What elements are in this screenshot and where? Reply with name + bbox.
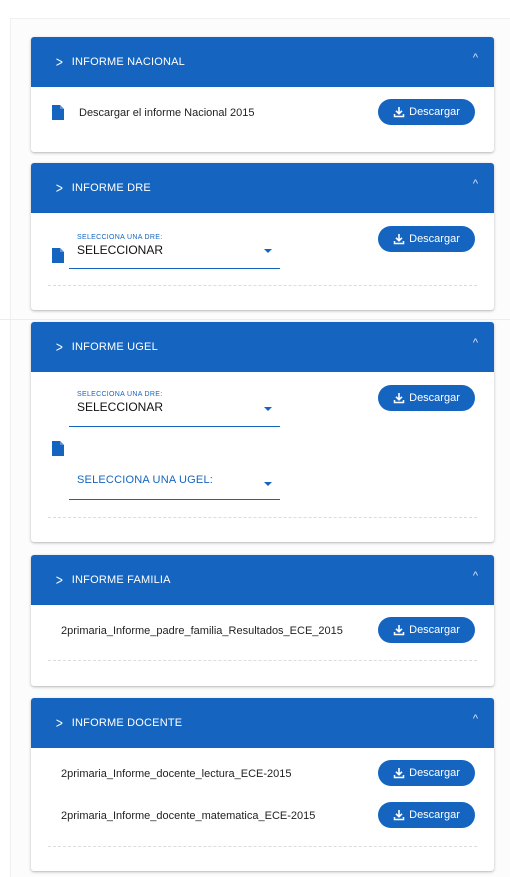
divider xyxy=(48,517,477,518)
divider xyxy=(48,285,477,286)
download-button-label: Descargar xyxy=(409,233,460,245)
divider xyxy=(48,660,477,661)
select-underline xyxy=(69,268,280,269)
download-icon xyxy=(393,767,405,779)
card-header-nacional[interactable]: > INFORME NACIONAL ^ xyxy=(31,37,494,87)
download-button[interactable]: Descargar xyxy=(378,385,475,411)
chevron-right-icon: > xyxy=(55,571,63,589)
card-informe-docente: > INFORME DOCENTE ^ 2primaria_Informe_do… xyxy=(31,698,494,871)
chevron-right-icon: > xyxy=(55,714,63,732)
download-icon xyxy=(393,233,405,245)
card-informe-nacional: > INFORME NACIONAL ^ Descargar el inform… xyxy=(31,37,494,152)
dropdown-arrow-icon xyxy=(264,249,272,253)
download-icon xyxy=(393,392,405,404)
download-button[interactable]: Descargar xyxy=(378,802,475,828)
download-icon xyxy=(393,106,405,118)
card-header-dre[interactable]: > INFORME DRE ^ xyxy=(31,163,494,213)
card-title: INFORME DOCENTE xyxy=(71,717,183,729)
dre-select-value: SELECCIONAR xyxy=(77,400,164,414)
card-header-ugel[interactable]: > INFORME UGEL ^ xyxy=(31,322,494,372)
dre-select-value: SELECCIONAR xyxy=(77,243,164,257)
report-row-text: 2primaria_Informe_padre_familia_Resultad… xyxy=(61,625,343,637)
caret-up-icon: ^ xyxy=(472,337,478,349)
report-row-text: 2primaria_Informe_docente_lectura_ECE-20… xyxy=(61,768,292,780)
select-underline xyxy=(69,499,280,500)
report-row-text: 2primaria_Informe_docente_matematica_ECE… xyxy=(61,810,316,822)
document-icon xyxy=(52,105,64,120)
caret-up-icon: ^ xyxy=(472,52,478,64)
download-icon xyxy=(393,809,405,821)
card-informe-dre: > INFORME DRE ^ SELECCIONA UNA DRE: SELE… xyxy=(31,163,494,310)
dre-select-label: SELECCIONA UNA DRE: xyxy=(77,234,163,241)
select-underline xyxy=(69,426,280,427)
card-header-familia[interactable]: > INFORME FAMILIA ^ xyxy=(31,555,494,605)
caret-up-icon: ^ xyxy=(472,713,478,725)
chevron-right-icon: > xyxy=(55,179,63,197)
download-button[interactable]: Descargar xyxy=(378,226,475,252)
document-icon xyxy=(52,441,64,456)
ugel-select[interactable]: SELECCIONA UNA UGEL: xyxy=(69,470,280,500)
dre-select[interactable]: SELECCIONA UNA DRE: SELECCIONAR xyxy=(69,234,280,269)
dre-select[interactable]: SELECCIONA UNA DRE: SELECCIONAR xyxy=(69,391,280,427)
document-icon xyxy=(52,248,64,263)
download-button-label: Descargar xyxy=(409,767,460,779)
report-row-text: Descargar el informe Nacional 2015 xyxy=(79,107,255,119)
dropdown-arrow-icon xyxy=(264,482,272,486)
download-button[interactable]: Descargar xyxy=(378,760,475,786)
card-title: INFORME DRE xyxy=(71,182,151,194)
dre-select-label: SELECCIONA UNA DRE: xyxy=(77,391,163,398)
card-title: INFORME NACIONAL xyxy=(71,56,185,68)
chevron-right-icon: > xyxy=(55,53,63,71)
dropdown-arrow-icon xyxy=(264,407,272,411)
download-button[interactable]: Descargar xyxy=(378,617,475,643)
card-title: INFORME FAMILIA xyxy=(71,574,171,586)
caret-up-icon: ^ xyxy=(472,178,478,190)
download-icon xyxy=(393,624,405,636)
card-header-docente[interactable]: > INFORME DOCENTE ^ xyxy=(31,698,494,748)
download-button[interactable]: Descargar xyxy=(378,99,475,125)
download-button-label: Descargar xyxy=(409,392,460,404)
ugel-select-label: SELECCIONA UNA UGEL: xyxy=(77,474,214,486)
caret-up-icon: ^ xyxy=(472,570,478,582)
card-title: INFORME UGEL xyxy=(71,341,158,353)
card-informe-familia: > INFORME FAMILIA ^ 2primaria_Informe_pa… xyxy=(31,555,494,686)
download-button-label: Descargar xyxy=(409,624,460,636)
page-divider xyxy=(0,319,510,320)
download-button-label: Descargar xyxy=(409,809,460,821)
chevron-right-icon: > xyxy=(55,338,63,356)
card-informe-ugel: > INFORME UGEL ^ SELECCIONA UNA DRE: SEL… xyxy=(31,322,494,542)
divider xyxy=(48,846,477,847)
download-button-label: Descargar xyxy=(409,106,460,118)
